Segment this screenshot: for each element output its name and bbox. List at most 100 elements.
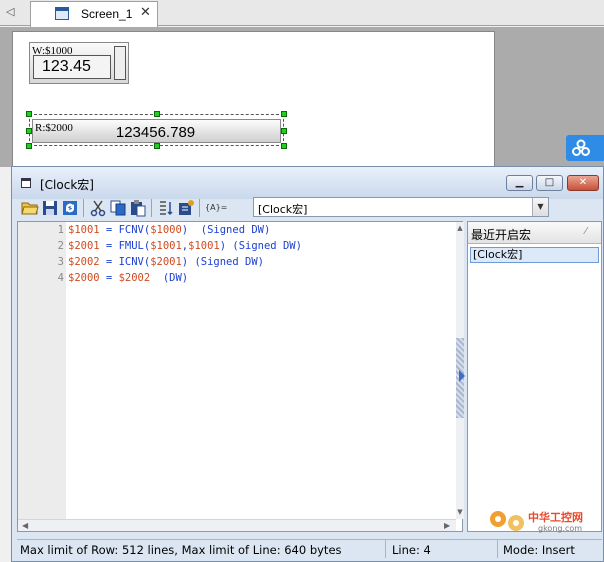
resize-handle[interactable] xyxy=(281,128,287,134)
recent-macros-title: 最近开启宏 xyxy=(471,228,532,242)
paste-icon[interactable] xyxy=(129,199,147,217)
macro-editor-window: [Clock宏] ▁ □ ✕ {A}= [Clock宏] ▼ 1 $1001 =… xyxy=(11,166,604,562)
code-keyword: = xyxy=(99,240,119,252)
code-line[interactable]: 1 $1001 = FCNV($1000) (Signed DW) xyxy=(18,222,458,238)
code-keyword: ICNV( xyxy=(118,256,151,268)
window-icon xyxy=(21,178,31,188)
screen-icon xyxy=(55,7,69,20)
screen-canvas[interactable]: W:$1000 123.45 R:$2000 123456.789 xyxy=(12,31,495,171)
word-input-object[interactable]: W:$1000 123.45 xyxy=(29,42,129,84)
scroll-left-icon[interactable]: ◀ xyxy=(22,520,28,532)
panel-splitter-arrow-icon[interactable] xyxy=(459,370,465,382)
macro-select-dropdown[interactable]: [Clock宏] ▼ xyxy=(253,197,549,217)
code-variable: $2001 xyxy=(150,256,182,268)
watermark-text: 中华工控网 xyxy=(528,510,583,524)
cut-icon[interactable] xyxy=(89,199,107,217)
maximize-button[interactable]: □ xyxy=(536,175,563,191)
macro-select-value: [Clock宏] xyxy=(258,203,308,216)
code-variable: $2002 xyxy=(118,272,151,284)
resize-handle[interactable] xyxy=(154,143,160,149)
code-line[interactable]: 4 $2000 = $2002 (DW) xyxy=(18,270,458,286)
scroll-right-icon[interactable]: ▶ xyxy=(444,520,450,532)
close-button[interactable]: ✕ xyxy=(567,175,599,191)
code-keyword: = xyxy=(99,256,119,268)
resize-handle[interactable] xyxy=(26,111,32,117)
status-divider xyxy=(385,540,386,558)
scroll-up-icon[interactable]: ▲ xyxy=(456,224,464,232)
code-variable: $2001 xyxy=(68,240,100,252)
word-object-knob xyxy=(114,46,126,80)
save-icon[interactable] xyxy=(41,199,59,217)
horizontal-scrollbar[interactable]: ◀ ▶ xyxy=(18,519,456,531)
compile-icon[interactable] xyxy=(177,199,195,217)
macro-code-editor[interactable]: 1 $1001 = FCNV($1000) (Signed DW) 2 $2001 =… xyxy=(17,221,464,532)
watermark-site: gkong.com xyxy=(538,524,582,533)
code-keyword: ) (Signed DW) xyxy=(181,256,264,268)
status-mode: Mode: Insert xyxy=(503,543,575,557)
code-variable: $1001 xyxy=(188,240,220,252)
code-text: $2002 = ICNV($2001) (Signed DW) xyxy=(68,254,264,270)
copy-icon[interactable] xyxy=(109,199,127,217)
resize-handle[interactable] xyxy=(26,128,32,134)
code-variable: $1001 xyxy=(68,224,100,236)
tab-close-icon[interactable]: ✕ xyxy=(140,5,151,20)
sort-icon[interactable] xyxy=(157,199,175,217)
pin-icon[interactable]: ⁄ xyxy=(585,226,587,237)
line-number: 2 xyxy=(57,240,64,252)
recent-macros-panel: 最近开启宏 ⁄ [Clock宏] 中华工控网 gkong.com xyxy=(467,221,602,533)
code-text: $1001 = FCNV($1000) (Signed DW) xyxy=(68,222,270,238)
design-canvas-area: W:$1000 123.45 R:$2000 123456.789 xyxy=(0,27,604,171)
tab-scroll-left-icon[interactable]: ◁ xyxy=(6,4,18,20)
code-line[interactable]: 3 $2002 = ICNV($2001) (Signed DW) xyxy=(18,254,458,270)
status-divider xyxy=(497,540,498,558)
code-keyword: = xyxy=(99,272,119,284)
line-number: 4 xyxy=(57,272,64,284)
word-object-value: 123.45 xyxy=(33,55,111,79)
code-variable: $1001 xyxy=(150,240,182,252)
recent-macros-header: 最近开启宏 ⁄ xyxy=(468,222,601,244)
scroll-down-icon[interactable]: ▼ xyxy=(456,508,464,516)
code-line[interactable]: 2 $2001 = FMUL($1001,$1001) (Signed DW) xyxy=(18,238,458,254)
code-variable: $2002 xyxy=(68,256,100,268)
read-display-frame: R:$2000 123456.789 xyxy=(32,119,281,143)
toolbar-separator xyxy=(83,199,84,217)
code-keyword: ) (Signed DW) xyxy=(219,240,302,252)
tab-label: Screen_1 xyxy=(81,7,133,21)
status-limits: Max limit of Row: 512 lines, Max limit o… xyxy=(20,543,342,557)
code-text: $2000 = $2002 (DW) xyxy=(68,270,188,286)
window-title: [Clock宏] xyxy=(40,178,94,192)
status-bar: Max limit of Row: 512 lines, Max limit o… xyxy=(17,539,602,559)
line-number: 1 xyxy=(57,224,64,236)
read-object-value: 123456.789 xyxy=(115,124,196,141)
code-keyword: FCNV( xyxy=(118,224,151,236)
status-line: Line: 4 xyxy=(392,543,431,557)
list-item[interactable]: [Clock宏] xyxy=(470,247,599,263)
toolbar-separator xyxy=(151,199,152,217)
line-number: 3 xyxy=(57,256,64,268)
screen-tab-bar: ◁ Screen_1 ✕ xyxy=(0,0,604,27)
refresh-icon[interactable] xyxy=(61,199,79,217)
code-keyword: = xyxy=(99,224,119,236)
macro-variable-icon[interactable]: {A}= xyxy=(205,199,227,217)
macro-toolbar: {A}= [Clock宏] ▼ xyxy=(17,197,600,219)
app-root: ◁ Screen_1 ✕ W:$1000 123.45 R:$2000 1234… xyxy=(0,0,604,562)
minimize-button[interactable]: ▁ xyxy=(506,175,533,191)
open-folder-icon[interactable] xyxy=(21,199,39,217)
code-keyword: (DW) xyxy=(150,272,189,284)
resize-handle[interactable] xyxy=(281,143,287,149)
window-title-bar[interactable]: [Clock宏] ▁ □ ✕ xyxy=(12,167,603,199)
read-display-object[interactable]: R:$2000 123456.789 xyxy=(26,111,287,149)
cluster-icon xyxy=(572,139,590,156)
resize-handle[interactable] xyxy=(26,143,32,149)
code-variable: $1000 xyxy=(150,224,182,236)
code-keyword: ) (Signed DW) xyxy=(181,224,271,236)
floating-assistant-button[interactable] xyxy=(566,135,604,161)
chevron-down-icon[interactable]: ▼ xyxy=(532,198,548,216)
code-keyword: FMUL( xyxy=(118,240,151,252)
recent-macro-label: [Clock宏] xyxy=(473,248,523,261)
toolbar-separator xyxy=(199,199,200,217)
tab-screen-1[interactable]: Screen_1 ✕ xyxy=(30,1,158,27)
resize-handle[interactable] xyxy=(154,111,160,117)
resize-handle[interactable] xyxy=(281,111,287,117)
code-text: $2001 = FMUL($1001,$1001) (Signed DW) xyxy=(68,238,302,254)
